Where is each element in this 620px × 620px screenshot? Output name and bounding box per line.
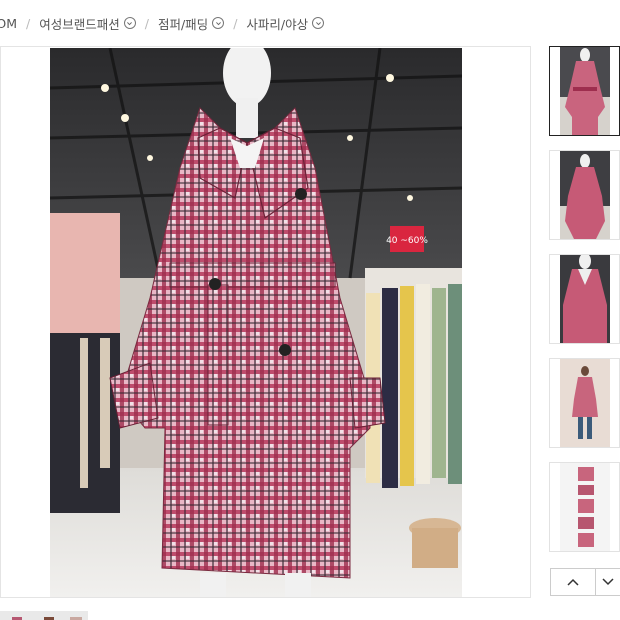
- breadcrumb-item-label: 사파리/야상: [246, 16, 309, 32]
- thumbnail-image: [560, 47, 610, 135]
- thumbnail-next-button[interactable]: [595, 568, 620, 596]
- breadcrumb: G.COM / 여성브랜드패션 / 점퍼/패딩 / 사파리/야상: [0, 0, 620, 46]
- chevron-down-icon: [602, 578, 614, 586]
- breadcrumb-item-womens-brand[interactable]: 여성브랜드패션: [39, 14, 136, 33]
- chevron-down-circle-icon[interactable]: [312, 17, 325, 29]
- breadcrumb-item-jumper[interactable]: 점퍼/패딩: [157, 14, 225, 33]
- breadcrumb-separator: /: [144, 15, 149, 31]
- chevron-up-icon: [567, 578, 579, 586]
- chevron-down-circle-icon[interactable]: [123, 17, 136, 29]
- breadcrumb-item-label: 여성브랜드패션: [39, 16, 120, 32]
- breadcrumb-home[interactable]: G.COM: [0, 16, 17, 31]
- thumbnail-prev-button[interactable]: [550, 568, 596, 596]
- thumbnail-image: [560, 255, 610, 343]
- breadcrumb-separator: /: [233, 15, 238, 31]
- breadcrumb-home-label: G.COM: [0, 15, 18, 31]
- breadcrumb-item-label: 점퍼/패딩: [157, 16, 209, 32]
- thumbnail-image: [560, 359, 610, 447]
- thumbnail-image: [560, 463, 610, 551]
- thumbnail-5[interactable]: [549, 462, 620, 552]
- sale-tag-text: 40 ~60%: [386, 236, 428, 246]
- breadcrumb-separator: /: [26, 15, 31, 31]
- main-product-image[interactable]: 40 ~60%: [50, 48, 462, 597]
- thumbnail-4[interactable]: [549, 358, 620, 448]
- thumbnail-image: [560, 151, 610, 239]
- thumbnail-3[interactable]: [549, 254, 620, 344]
- main-image-panel: 40 ~60%: [0, 46, 531, 598]
- thumbnail-2[interactable]: [549, 150, 620, 240]
- chevron-down-circle-icon[interactable]: [212, 17, 225, 29]
- thumbnail-1[interactable]: [549, 46, 620, 136]
- bottom-thumbnail-strip: [0, 611, 88, 620]
- breadcrumb-item-safari[interactable]: 사파리/야상: [246, 14, 325, 33]
